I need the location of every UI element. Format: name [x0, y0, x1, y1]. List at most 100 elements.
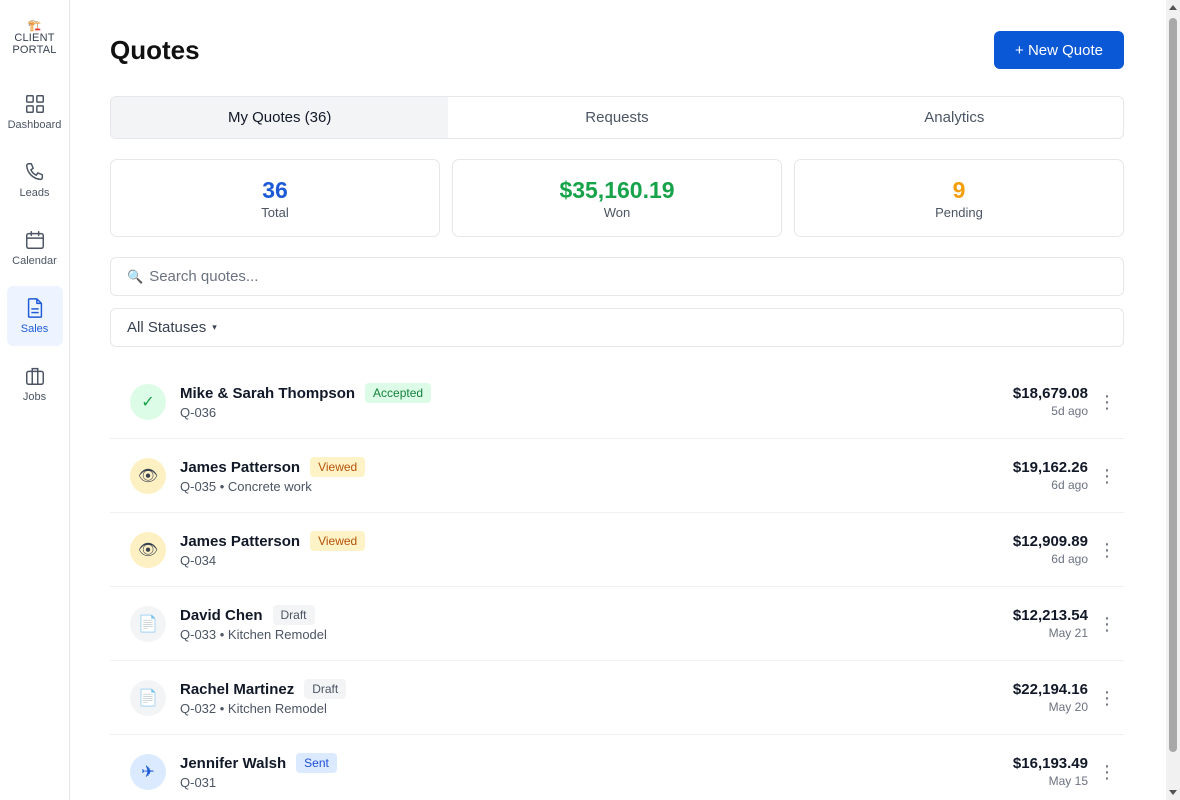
- scroll-up-arrow-icon[interactable]: [1169, 5, 1177, 10]
- quote-amount-col: $12,909.89 6d ago: [1013, 533, 1088, 566]
- status-filter-label: All Statuses: [127, 319, 207, 336]
- quote-amount-col: $12,213.54 May 21: [1013, 607, 1088, 640]
- stats-row: 36 Total $35,160.19 Won 9 Pending: [110, 159, 1124, 237]
- quote-row[interactable]: 📄 Rachel Martinez Draft Q-032 • Kitchen …: [110, 661, 1124, 735]
- search-icon: 🔍: [127, 268, 144, 284]
- stat-value: 9: [952, 176, 966, 203]
- sidebar-item-sales[interactable]: Sales: [6, 286, 63, 346]
- quote-number: Q-033 • Kitchen Remodel: [180, 627, 327, 642]
- more-options-icon[interactable]: ⋮: [1098, 541, 1116, 559]
- sidebar: 🏗️ CLIENT PORTAL Dashboard Leads Calenda…: [0, 0, 70, 800]
- status-draft-icon: 📄: [130, 679, 166, 716]
- quote-date: 6d ago: [1051, 552, 1088, 566]
- sidebar-item-label: Calendar: [12, 254, 57, 267]
- quote-number: Q-035 • Concrete work: [180, 479, 312, 494]
- status-viewed-icon: 👁: [130, 457, 166, 494]
- stat-card-won: $35,160.19 Won: [452, 159, 782, 237]
- sidebar-item-label: Leads: [19, 186, 50, 199]
- logo-text-line2: PORTAL: [12, 44, 57, 56]
- status-viewed-icon: 👁: [130, 531, 166, 568]
- app-root: 🏗️ CLIENT PORTAL Dashboard Leads Calenda…: [0, 0, 1180, 800]
- tab-requests[interactable]: Requests: [448, 97, 785, 138]
- client-portal-logo[interactable]: 🏗️ CLIENT PORTAL: [12, 20, 56, 56]
- more-options-icon[interactable]: ⋮: [1098, 393, 1116, 411]
- logo-text-line1: CLIENT: [14, 32, 55, 44]
- status-badge: Draft: [272, 605, 315, 625]
- stat-value: $35,160.19: [559, 176, 675, 203]
- quote-date: May 21: [1048, 626, 1088, 640]
- client-name: Jennifer Walsh: [180, 754, 287, 772]
- status-accepted-icon: ✓: [130, 383, 166, 420]
- vertical-scrollbar[interactable]: [1166, 0, 1180, 800]
- more-options-icon[interactable]: ⋮: [1098, 763, 1116, 781]
- sidebar-item-label: Dashboard: [7, 118, 62, 131]
- status-filter-dropdown[interactable]: All Statuses ▾: [110, 308, 1124, 347]
- main-content: Quotes + New Quote My Quotes (36) Reques…: [70, 0, 1180, 800]
- client-name: James Patterson: [180, 532, 301, 550]
- quote-info: James Patterson Viewed Q-035 • Concrete …: [180, 457, 1013, 494]
- sidebar-item-leads[interactable]: Leads: [7, 150, 63, 210]
- stat-card-total: 36 Total: [110, 159, 440, 237]
- new-quote-button[interactable]: + New Quote: [994, 31, 1124, 69]
- quote-date: May 15: [1048, 774, 1088, 788]
- quote-row[interactable]: 📄 David Chen Draft Q-033 • Kitchen Remod…: [110, 587, 1124, 661]
- quote-name-line: James Patterson Viewed: [180, 457, 1013, 477]
- quote-row[interactable]: 👁 James Patterson Viewed Q-035 • Concret…: [110, 439, 1124, 513]
- quote-info: Mike & Sarah Thompson Accepted Q-036: [180, 383, 1013, 420]
- status-badge: Viewed: [310, 531, 366, 551]
- sidebar-item-label: Jobs: [22, 390, 47, 403]
- quote-number: Q-032 • Kitchen Remodel: [180, 701, 327, 716]
- page-title: Quotes: [110, 34, 200, 65]
- client-name: Mike & Sarah Thompson: [180, 384, 356, 402]
- status-badge: Accepted: [365, 383, 432, 403]
- quote-name-line: James Patterson Viewed: [180, 531, 1013, 551]
- quote-amount: $16,193.49: [1012, 755, 1088, 772]
- grid-icon: [25, 94, 44, 113]
- more-options-icon[interactable]: ⋮: [1098, 615, 1116, 633]
- sidebar-item-jobs[interactable]: Jobs: [7, 354, 63, 414]
- briefcase-icon: [25, 367, 44, 385]
- tab-analytics[interactable]: Analytics: [786, 97, 1123, 138]
- stat-label: Pending: [935, 204, 983, 220]
- quote-row[interactable]: 👁 James Patterson Viewed Q-034 $12,909.8…: [110, 513, 1124, 587]
- quote-date: 6d ago: [1051, 478, 1088, 492]
- scroll-thumb[interactable]: [1169, 18, 1177, 752]
- page-header: Quotes + New Quote: [110, 0, 1124, 96]
- stat-label: Won: [603, 204, 631, 220]
- status-badge: Sent: [296, 753, 337, 773]
- client-name: David Chen: [180, 606, 263, 624]
- crane-logo-icon: 🏗️: [27, 20, 42, 32]
- quote-number: Q-036: [180, 405, 217, 420]
- quote-row[interactable]: ✓ Mike & Sarah Thompson Accepted Q-036 $…: [110, 365, 1124, 439]
- status-badge: Draft: [304, 679, 347, 699]
- tab-my-quotes[interactable]: My Quotes (36): [111, 97, 449, 138]
- quote-amount-col: $18,679.08 5d ago: [1013, 385, 1088, 418]
- quote-row[interactable]: ✈ Jennifer Walsh Sent Q-031 $16,193.49 M…: [110, 735, 1124, 800]
- quote-date: May 20: [1048, 700, 1088, 714]
- quote-tabs: My Quotes (36) Requests Analytics: [110, 96, 1124, 139]
- more-options-icon[interactable]: ⋮: [1098, 467, 1116, 485]
- scroll-down-arrow-icon[interactable]: [1169, 790, 1177, 795]
- sidebar-item-calendar[interactable]: Calendar: [7, 218, 63, 278]
- status-sent-icon: ✈: [130, 753, 166, 790]
- quote-number: Q-031: [180, 775, 217, 790]
- more-options-icon[interactable]: ⋮: [1098, 689, 1116, 707]
- quote-amount: $19,162.26: [1012, 459, 1088, 476]
- search-input[interactable]: [149, 268, 1107, 285]
- quote-info: David Chen Draft Q-033 • Kitchen Remodel: [180, 605, 1013, 642]
- sidebar-item-dashboard[interactable]: Dashboard: [7, 82, 63, 142]
- quote-list: ✓ Mike & Sarah Thompson Accepted Q-036 $…: [110, 365, 1124, 800]
- quote-number: Q-034: [180, 553, 217, 568]
- stat-label: Total: [261, 204, 289, 220]
- document-icon: [27, 297, 42, 318]
- quote-info: James Patterson Viewed Q-034: [180, 531, 1013, 568]
- status-badge: Viewed: [310, 457, 366, 477]
- quote-amount: $12,213.54: [1012, 607, 1088, 624]
- quote-amount: $18,679.08: [1012, 385, 1088, 402]
- client-name: Rachel Martinez: [180, 680, 295, 698]
- search-bar: 🔍: [110, 257, 1124, 296]
- quote-name-line: Mike & Sarah Thompson Accepted: [180, 383, 1013, 403]
- quote-amount-col: $19,162.26 6d ago: [1013, 459, 1088, 492]
- stat-card-pending: 9 Pending: [794, 159, 1124, 237]
- quote-amount-col: $22,194.16 May 20: [1013, 681, 1088, 714]
